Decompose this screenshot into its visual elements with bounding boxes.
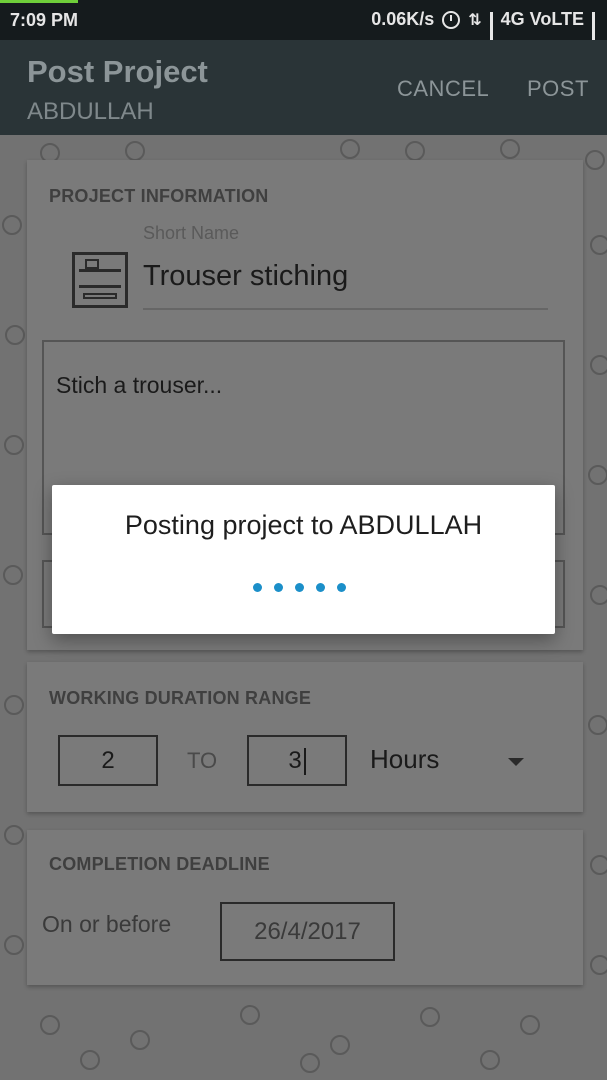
app-bar: Post Project ABDULLAH CANCEL POST bbox=[0, 40, 607, 135]
section-heading-completion-deadline: COMPLETION DEADLINE bbox=[49, 854, 270, 874]
duration-to-label: TO bbox=[187, 748, 218, 773]
short-name-label: Short Name bbox=[143, 223, 240, 243]
dialog-message: Posting project to ABDULLAH bbox=[124, 510, 483, 540]
signal-icon bbox=[592, 11, 595, 46]
duration-from-value: 2 bbox=[101, 747, 115, 774]
status-time: 7:09 PM bbox=[10, 10, 79, 30]
status-progress-indicator bbox=[0, 0, 78, 3]
status-bar: 7:09 PM 0.06K/s ⇅ 4G VoLTE bbox=[0, 0, 607, 46]
chevron-down-icon[interactable] bbox=[508, 758, 524, 766]
section-heading-working-duration: WORKING DURATION RANGE bbox=[49, 688, 312, 708]
progress-dialog: Posting project to ABDULLAH bbox=[52, 485, 555, 634]
duration-to-value: 3 bbox=[288, 747, 302, 774]
duration-from-input[interactable]: 2 bbox=[58, 735, 158, 786]
data-arrows-icon: ⇅ bbox=[468, 11, 482, 29]
net-speed: 0.06K/s bbox=[371, 9, 435, 29]
network-type: 4G VoLTE bbox=[500, 9, 584, 29]
working-duration-card: WORKING DURATION RANGE 2 TO 3 Hours bbox=[27, 662, 583, 812]
cancel-button[interactable]: CANCEL bbox=[397, 76, 489, 102]
page-title: Post Project bbox=[27, 54, 208, 89]
short-name-underline bbox=[143, 308, 548, 310]
deadline-date-input[interactable]: 26/4/2017 bbox=[220, 902, 395, 961]
loading-dots-icon bbox=[253, 583, 346, 592]
duration-to-input[interactable]: 3 bbox=[247, 735, 347, 786]
duration-unit-select[interactable]: Hours bbox=[370, 744, 439, 775]
page-subtitle: ABDULLAH bbox=[27, 98, 154, 125]
status-right-group: 0.06K/s ⇅ 4G VoLTE bbox=[371, 9, 595, 46]
text-caret bbox=[303, 748, 306, 776]
completion-deadline-card: COMPLETION DEADLINE On or before 26/4/20… bbox=[27, 830, 583, 985]
project-sketch-icon bbox=[72, 252, 128, 308]
alarm-icon bbox=[442, 10, 461, 29]
short-name-input[interactable]: Trouser stiching bbox=[143, 260, 348, 293]
description-text: Stich a trouser... bbox=[56, 372, 223, 398]
deadline-label: On or before bbox=[42, 911, 172, 937]
post-button[interactable]: POST bbox=[527, 76, 589, 102]
section-heading-project-information: PROJECT INFORMATION bbox=[49, 186, 269, 206]
signal-icon bbox=[489, 11, 493, 46]
